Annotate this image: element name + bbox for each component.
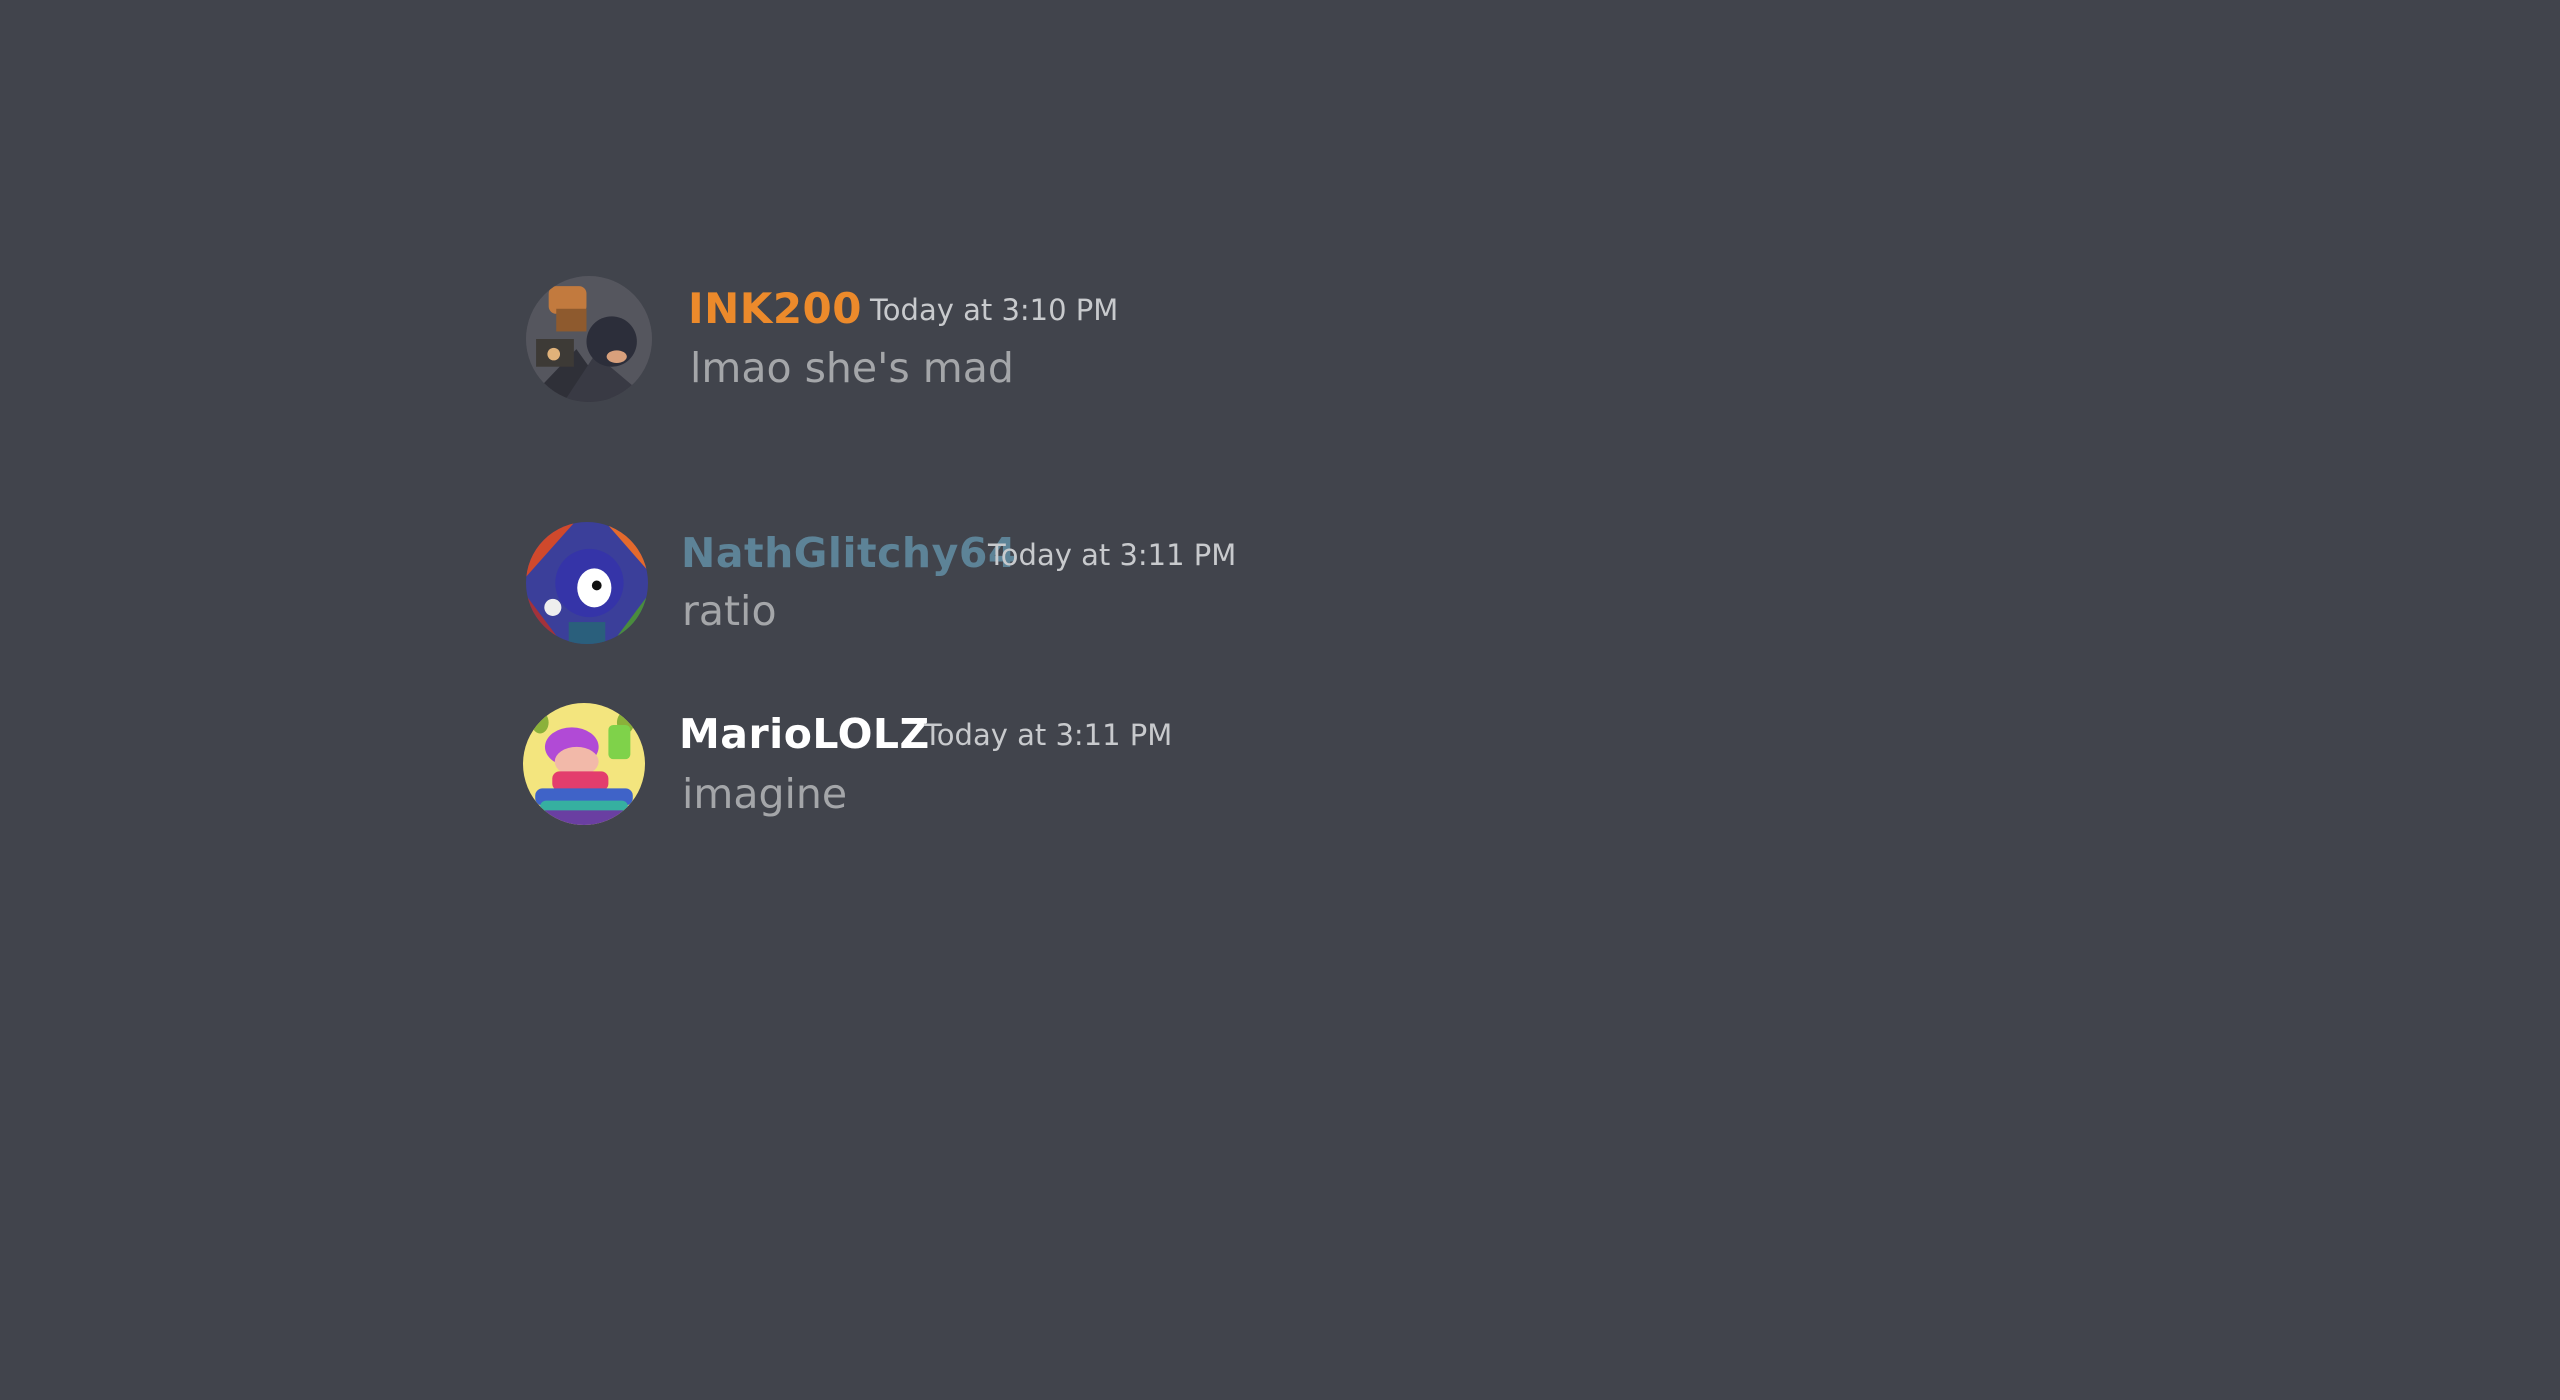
username[interactable]: MarioLOLZ xyxy=(679,714,930,755)
message-timestamp: Today at 3:11 PM xyxy=(924,718,1173,752)
ink200-avatar-icon xyxy=(526,276,652,402)
user-avatar[interactable] xyxy=(526,276,652,402)
mariololz-avatar-icon xyxy=(523,703,645,825)
nathglitchy64-avatar-icon xyxy=(526,522,648,644)
message-content: lmao she's mad xyxy=(690,344,1014,392)
message-content: imagine xyxy=(682,770,848,818)
username[interactable]: NathGlitchy64 xyxy=(681,533,1017,574)
username[interactable]: INK200 xyxy=(688,288,862,330)
message-content: ratio xyxy=(682,587,777,635)
message-timestamp: Today at 3:10 PM xyxy=(870,293,1119,327)
user-avatar[interactable] xyxy=(526,522,648,644)
user-avatar[interactable] xyxy=(523,703,645,825)
message-timestamp: Today at 3:11 PM xyxy=(988,538,1237,572)
